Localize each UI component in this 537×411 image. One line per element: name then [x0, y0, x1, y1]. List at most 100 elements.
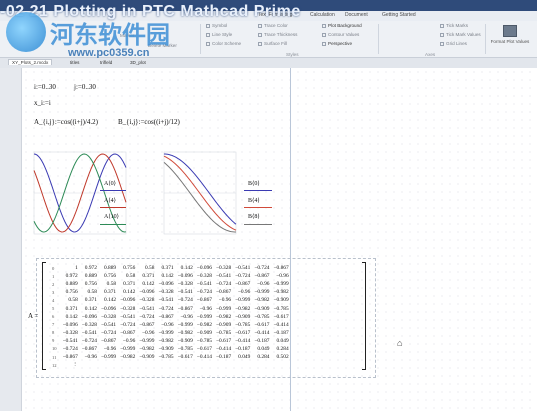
matrix-cell: −0.999: [177, 321, 193, 328]
matrix-cell: −0.328: [100, 313, 117, 320]
matrix-cell: −0.999: [120, 345, 136, 352]
series-line-8: [163, 161, 236, 233]
matrix-cell: −0.909: [177, 337, 193, 344]
matrix-cell: 0.049: [238, 354, 251, 361]
matrix-cell: [99, 361, 118, 369]
matrix-cell: −0.999: [139, 337, 155, 344]
doc-tab-xy-plots[interactable]: XY_Plots_2.mcdx: [8, 59, 53, 65]
matrix-cell: [176, 361, 195, 369]
matrix-cell: −0.541: [62, 337, 78, 344]
symbol-option[interactable]: Symbol: [206, 23, 227, 28]
matrix-cell: 0.58: [125, 273, 136, 280]
matrix-cell: −0.982: [215, 313, 232, 320]
matrix-right-bracket: [362, 262, 366, 370]
matrix-cell: 0.756: [103, 273, 117, 280]
matrix-cell: −0.785: [196, 337, 212, 344]
color-scheme-option[interactable]: Color Scheme: [206, 41, 241, 46]
trace-thickness-option[interactable]: Trace Thickness: [258, 32, 297, 37]
matrix-cell: 0.756: [123, 265, 136, 272]
matrix-cell: 0.142: [161, 273, 174, 280]
row-index: 8: [52, 330, 55, 336]
matrix-cell: −0.999: [215, 305, 232, 312]
matrix-cell: −0.096: [120, 297, 136, 304]
grid-lines-option[interactable]: Grid Lines: [440, 41, 467, 46]
matrix-cell: 0.58: [68, 297, 78, 304]
matrix-cell: 0.284: [276, 345, 289, 352]
watermark-brand: 河东软件园: [50, 22, 170, 49]
matrix-cell: 0.371: [123, 281, 136, 288]
tab-calculation[interactable]: Calculation: [310, 12, 335, 18]
plot-background-option[interactable]: Plot Background: [322, 23, 362, 28]
matrix-cell: −0.328: [196, 273, 212, 280]
matrix-cell: −0.724: [254, 265, 270, 272]
legend-label-b0: B⟨0⟩: [248, 181, 260, 187]
matrix-cell: −0.982: [139, 345, 155, 352]
row-index: 6: [52, 314, 55, 320]
doc-tab-3d-plot[interactable]: 3D_plot: [130, 60, 146, 65]
matrix-cell: −0.867: [254, 273, 270, 280]
matrix-cell: −0.096: [177, 273, 193, 280]
matrix-cell: −0.96: [199, 305, 212, 312]
matrix-cell: −0.328: [177, 281, 193, 288]
perspective-option[interactable]: Perspective: [322, 41, 352, 46]
matrix-cell: −0.785: [177, 345, 193, 352]
matrix-cell: −0.867: [177, 305, 193, 312]
matrix-cell: −0.867: [81, 345, 97, 352]
matrix-cell: −0.724: [235, 273, 251, 280]
matrix-cell: [195, 361, 214, 369]
x-definition[interactable]: x_i:=i: [34, 99, 51, 107]
matrix-cell: −0.982: [177, 329, 193, 336]
doc-tab-titles[interactable]: titles: [70, 60, 79, 65]
matrix-cell: 0.889: [103, 265, 117, 272]
legend-line-a10: [100, 224, 126, 225]
row-index: 9: [52, 338, 55, 344]
table-row: 2 0.889 0.756 0.58 0.371 0.142 −0.096 −0.328 −0.…: [50, 280, 291, 288]
surface-fill-option[interactable]: Surface Fill: [258, 41, 287, 46]
range-i-definition[interactable]: i:=0..30: [34, 83, 56, 91]
row-index: 1: [52, 273, 55, 279]
matrix-cell: −0.724: [81, 337, 97, 344]
legend-label-a10: A⟨10⟩: [104, 214, 120, 220]
matrix-cell: −0.724: [100, 329, 117, 336]
matrix-cell: −0.785: [235, 321, 251, 328]
matrix-cell: −0.867: [273, 265, 289, 272]
matrix-cell: −0.617: [177, 354, 193, 361]
tick-mark-values-option[interactable]: Tick Mark Values: [440, 32, 481, 37]
tick-marks-option[interactable]: Tick Marks: [440, 23, 468, 28]
format-plot-values-button[interactable]: Format Plot Values: [488, 23, 532, 55]
matrix-cell: −0.867: [215, 289, 232, 296]
matrix-cell: −0.187: [235, 345, 251, 352]
tab-getting-started[interactable]: Getting Started: [382, 12, 416, 18]
matrix-cell: −0.541: [215, 273, 232, 280]
matrix-cell: −0.724: [139, 313, 155, 320]
plot-b-cosine-slow[interactable]: [160, 148, 240, 238]
matrix-cell: −0.724: [196, 289, 212, 296]
mouse-pointer-icon: ⌂: [397, 338, 403, 348]
b-matrix-definition[interactable]: B_{i,j}:=cos((i+j)/12): [118, 118, 180, 126]
matrix-cell: −0.867: [120, 329, 136, 336]
matrix-cell: −0.187: [273, 329, 289, 336]
matrix-cell: −0.541: [120, 313, 136, 320]
matrix-cell: −0.096: [196, 265, 212, 272]
matrix-cell: −0.414: [196, 354, 212, 361]
matrix-cell: 0.142: [103, 297, 117, 304]
matrix-cell: −0.724: [158, 305, 174, 312]
a-matrix-definition[interactable]: A_{i,j}:=cos((i+j)/4.2): [34, 118, 98, 126]
line-style-option[interactable]: Line Style: [206, 32, 232, 37]
contour-values-option[interactable]: Contour Values: [322, 32, 359, 37]
table-row: 6 0.142 −0.096 −0.328 −0.541 −0.724 −0.867 −0.9…: [50, 313, 291, 321]
matrix-cell: −0.541: [177, 289, 193, 296]
matrix-cell: −0.724: [177, 297, 193, 304]
matrix-table: 0 1 0.972 0.889 0.756 0.58 0.371 0.142 −0.096 −0.…: [50, 264, 291, 369]
trace-color-option[interactable]: Trace Color: [258, 23, 288, 28]
table-row: 3 0.756 0.58 0.371 0.142 −0.096 −0.328 −0.541 −0…: [50, 288, 291, 296]
matrix-cell: −0.909: [273, 297, 289, 304]
matrix-cell: −0.909: [158, 345, 174, 352]
matrix-cell: −0.96: [180, 313, 193, 320]
tab-document[interactable]: Document: [345, 12, 368, 18]
matrix-cell: −0.867: [139, 321, 155, 328]
matrix-cell: −0.999: [273, 281, 289, 288]
range-j-definition[interactable]: j:=0..30: [74, 83, 96, 91]
doc-tab-trifleld[interactable]: trifleld: [100, 60, 112, 65]
matrix-cell: 0.972: [84, 265, 97, 272]
